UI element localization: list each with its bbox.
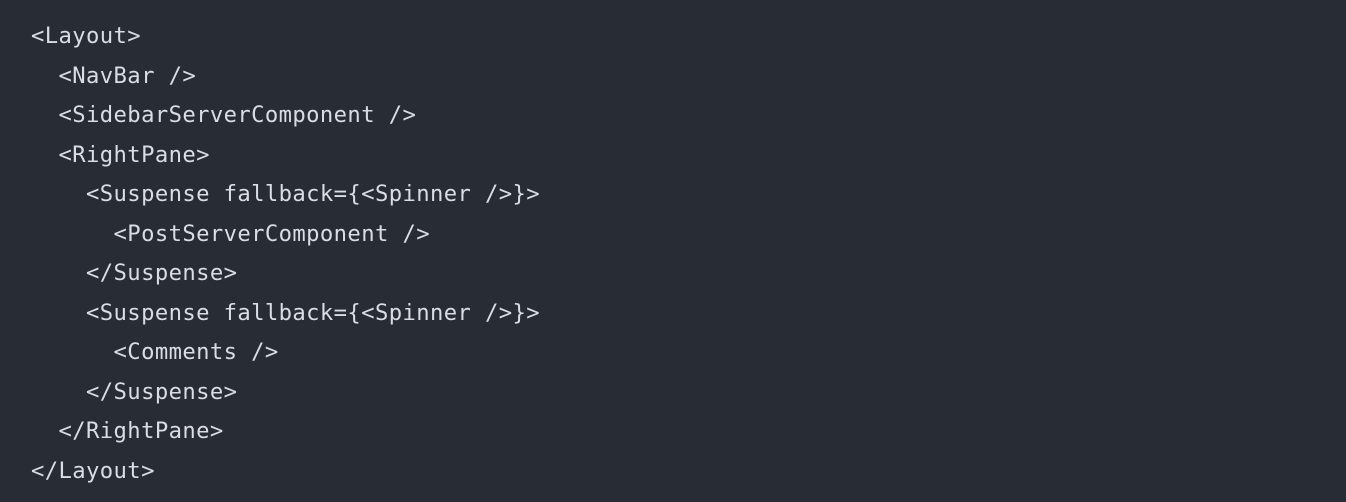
code-block: <Layout> <NavBar /> <SidebarServerCompon… [0, 0, 1346, 502]
code-line: <PostServerComponent /> [31, 220, 430, 247]
code-line: </RightPane> [31, 418, 224, 444]
code-line: <Comments /> [31, 339, 279, 365]
code-line: </Layout> [31, 457, 155, 484]
code-line: <RightPane> [31, 141, 210, 168]
code-line: <NavBar /> [31, 62, 197, 89]
code-line: </Suspense> [31, 260, 238, 286]
code-line: </Suspense> [31, 378, 238, 405]
code-line: <Suspense fallback={<Spinner />}> [31, 181, 541, 207]
code-line: <Suspense fallback={<Spinner />}> [31, 299, 541, 326]
code-line: <Layout> [31, 23, 142, 49]
code-line: <SidebarServerComponent /> [31, 102, 417, 128]
